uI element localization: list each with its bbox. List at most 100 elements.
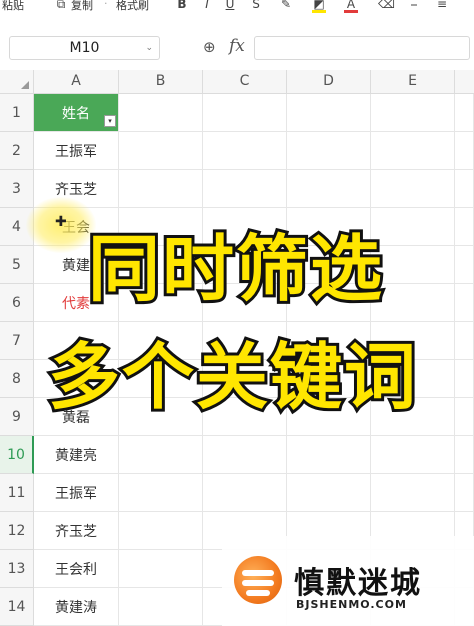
name-cell[interactable]: 黄磊 bbox=[34, 398, 119, 436]
row-header[interactable]: 14 bbox=[0, 588, 34, 626]
grid-cell[interactable] bbox=[287, 284, 371, 322]
name-cell[interactable]: 黄建涛 bbox=[34, 588, 119, 626]
fx-icon[interactable]: fx bbox=[229, 36, 245, 56]
name-cell[interactable]: 王会利 bbox=[34, 550, 119, 588]
italic-icon[interactable]: I bbox=[201, 0, 213, 10]
grid-cell[interactable] bbox=[371, 94, 455, 132]
grid-cell[interactable] bbox=[119, 360, 203, 398]
grid-cell[interactable] bbox=[455, 322, 474, 360]
grid-cell[interactable] bbox=[371, 322, 455, 360]
chevron-down-icon[interactable]: ⌄ bbox=[145, 37, 153, 59]
grid-cell[interactable] bbox=[455, 132, 474, 170]
name-box[interactable]: M10 ⌄ bbox=[9, 36, 160, 60]
align-center-icon[interactable]: ≡ bbox=[436, 0, 448, 10]
grid-cell[interactable] bbox=[455, 474, 474, 512]
grid-cell[interactable] bbox=[119, 132, 203, 170]
grid-cell[interactable] bbox=[203, 322, 287, 360]
row-header[interactable]: 1 bbox=[0, 94, 34, 132]
row-header[interactable]: 8 bbox=[0, 360, 34, 398]
grid-cell[interactable] bbox=[371, 474, 455, 512]
row-header[interactable]: 11 bbox=[0, 474, 34, 512]
column-header-f[interactable] bbox=[455, 70, 474, 94]
copy-icon[interactable]: ⧉ bbox=[55, 0, 67, 10]
grid-cell[interactable] bbox=[455, 94, 474, 132]
grid-cell[interactable] bbox=[119, 322, 203, 360]
grid-cell[interactable] bbox=[371, 284, 455, 322]
name-cell[interactable]: 林 bbox=[34, 360, 119, 398]
grid-cell[interactable] bbox=[455, 398, 474, 436]
grid-cell[interactable] bbox=[119, 512, 203, 550]
grid-cell[interactable] bbox=[203, 474, 287, 512]
grid-cell[interactable] bbox=[371, 398, 455, 436]
filter-dropdown-icon[interactable]: ▾ bbox=[104, 115, 116, 127]
name-cell[interactable]: 黄建 bbox=[34, 246, 119, 284]
grid-cell[interactable] bbox=[455, 170, 474, 208]
border-icon[interactable]: ✎ bbox=[280, 0, 292, 10]
row-header[interactable]: 2 bbox=[0, 132, 34, 170]
grid-cell[interactable] bbox=[455, 436, 474, 474]
row-header[interactable]: 3 bbox=[0, 170, 34, 208]
grid-cell[interactable] bbox=[119, 398, 203, 436]
grid-cell[interactable] bbox=[371, 360, 455, 398]
name-cell[interactable]: 王振军 bbox=[34, 132, 119, 170]
name-cell[interactable]: 齐玉芝 bbox=[34, 512, 119, 550]
grid-cell[interactable] bbox=[371, 170, 455, 208]
grid-cell[interactable] bbox=[203, 208, 287, 246]
zoom-search-icon[interactable]: ⊕ bbox=[203, 38, 216, 56]
grid-cell[interactable] bbox=[119, 246, 203, 284]
grid-cell[interactable] bbox=[371, 208, 455, 246]
font-color-icon[interactable]: A bbox=[345, 0, 357, 10]
grid-cell[interactable] bbox=[119, 474, 203, 512]
format-painter-button[interactable]: 格式刷 bbox=[116, 0, 149, 13]
grid-cell[interactable] bbox=[203, 360, 287, 398]
column-header-e[interactable]: E bbox=[371, 70, 455, 94]
grid-cell[interactable] bbox=[119, 284, 203, 322]
grid-cell[interactable] bbox=[203, 284, 287, 322]
select-all-corner[interactable] bbox=[0, 70, 34, 94]
grid-cell[interactable] bbox=[119, 208, 203, 246]
clear-format-icon[interactable]: ⌫ bbox=[378, 0, 395, 10]
name-cell[interactable]: 王振军 bbox=[34, 474, 119, 512]
grid-cell[interactable] bbox=[203, 398, 287, 436]
grid-cell[interactable] bbox=[455, 208, 474, 246]
fill-color-icon[interactable]: ◩ bbox=[313, 0, 325, 10]
underline-icon[interactable]: U bbox=[224, 0, 236, 10]
name-cell[interactable] bbox=[34, 322, 119, 360]
header-cell-name[interactable]: 姓名 ▾ bbox=[34, 94, 119, 132]
grid-cell[interactable] bbox=[287, 208, 371, 246]
column-header-c[interactable]: C bbox=[203, 70, 287, 94]
row-header[interactable]: 10 bbox=[0, 436, 34, 474]
grid-cell[interactable] bbox=[119, 550, 203, 588]
grid-cell[interactable] bbox=[203, 436, 287, 474]
row-header[interactable]: 9 bbox=[0, 398, 34, 436]
grid-cell[interactable] bbox=[455, 360, 474, 398]
row-header[interactable]: 12 bbox=[0, 512, 34, 550]
grid-cell[interactable] bbox=[203, 246, 287, 284]
grid-cell[interactable] bbox=[287, 94, 371, 132]
grid-cell[interactable] bbox=[287, 360, 371, 398]
grid-cell[interactable] bbox=[119, 436, 203, 474]
row-header[interactable]: 13 bbox=[0, 550, 34, 588]
grid-cell[interactable] bbox=[287, 436, 371, 474]
row-header[interactable]: 5 bbox=[0, 246, 34, 284]
grid-cell[interactable] bbox=[203, 94, 287, 132]
grid-cell[interactable] bbox=[287, 398, 371, 436]
grid-cell[interactable] bbox=[455, 284, 474, 322]
grid-cell[interactable] bbox=[287, 132, 371, 170]
paste-button[interactable]: 粘贴 bbox=[2, 0, 24, 13]
column-header-b[interactable]: B bbox=[119, 70, 203, 94]
name-cell[interactable]: 黄建亮 bbox=[34, 436, 119, 474]
grid-cell[interactable] bbox=[119, 94, 203, 132]
row-header[interactable]: 6 bbox=[0, 284, 34, 322]
grid-cell[interactable] bbox=[119, 588, 203, 626]
formula-input[interactable] bbox=[254, 36, 470, 60]
bold-icon[interactable]: B bbox=[176, 0, 188, 10]
grid-cell[interactable] bbox=[119, 170, 203, 208]
column-header-d[interactable]: D bbox=[287, 70, 371, 94]
grid-cell[interactable] bbox=[203, 132, 287, 170]
grid-cell[interactable] bbox=[287, 474, 371, 512]
grid-cell[interactable] bbox=[203, 170, 287, 208]
name-cell[interactable]: 代素 bbox=[34, 284, 119, 322]
grid-cell[interactable] bbox=[287, 322, 371, 360]
align-icon[interactable]: ⎯ bbox=[408, 0, 420, 10]
